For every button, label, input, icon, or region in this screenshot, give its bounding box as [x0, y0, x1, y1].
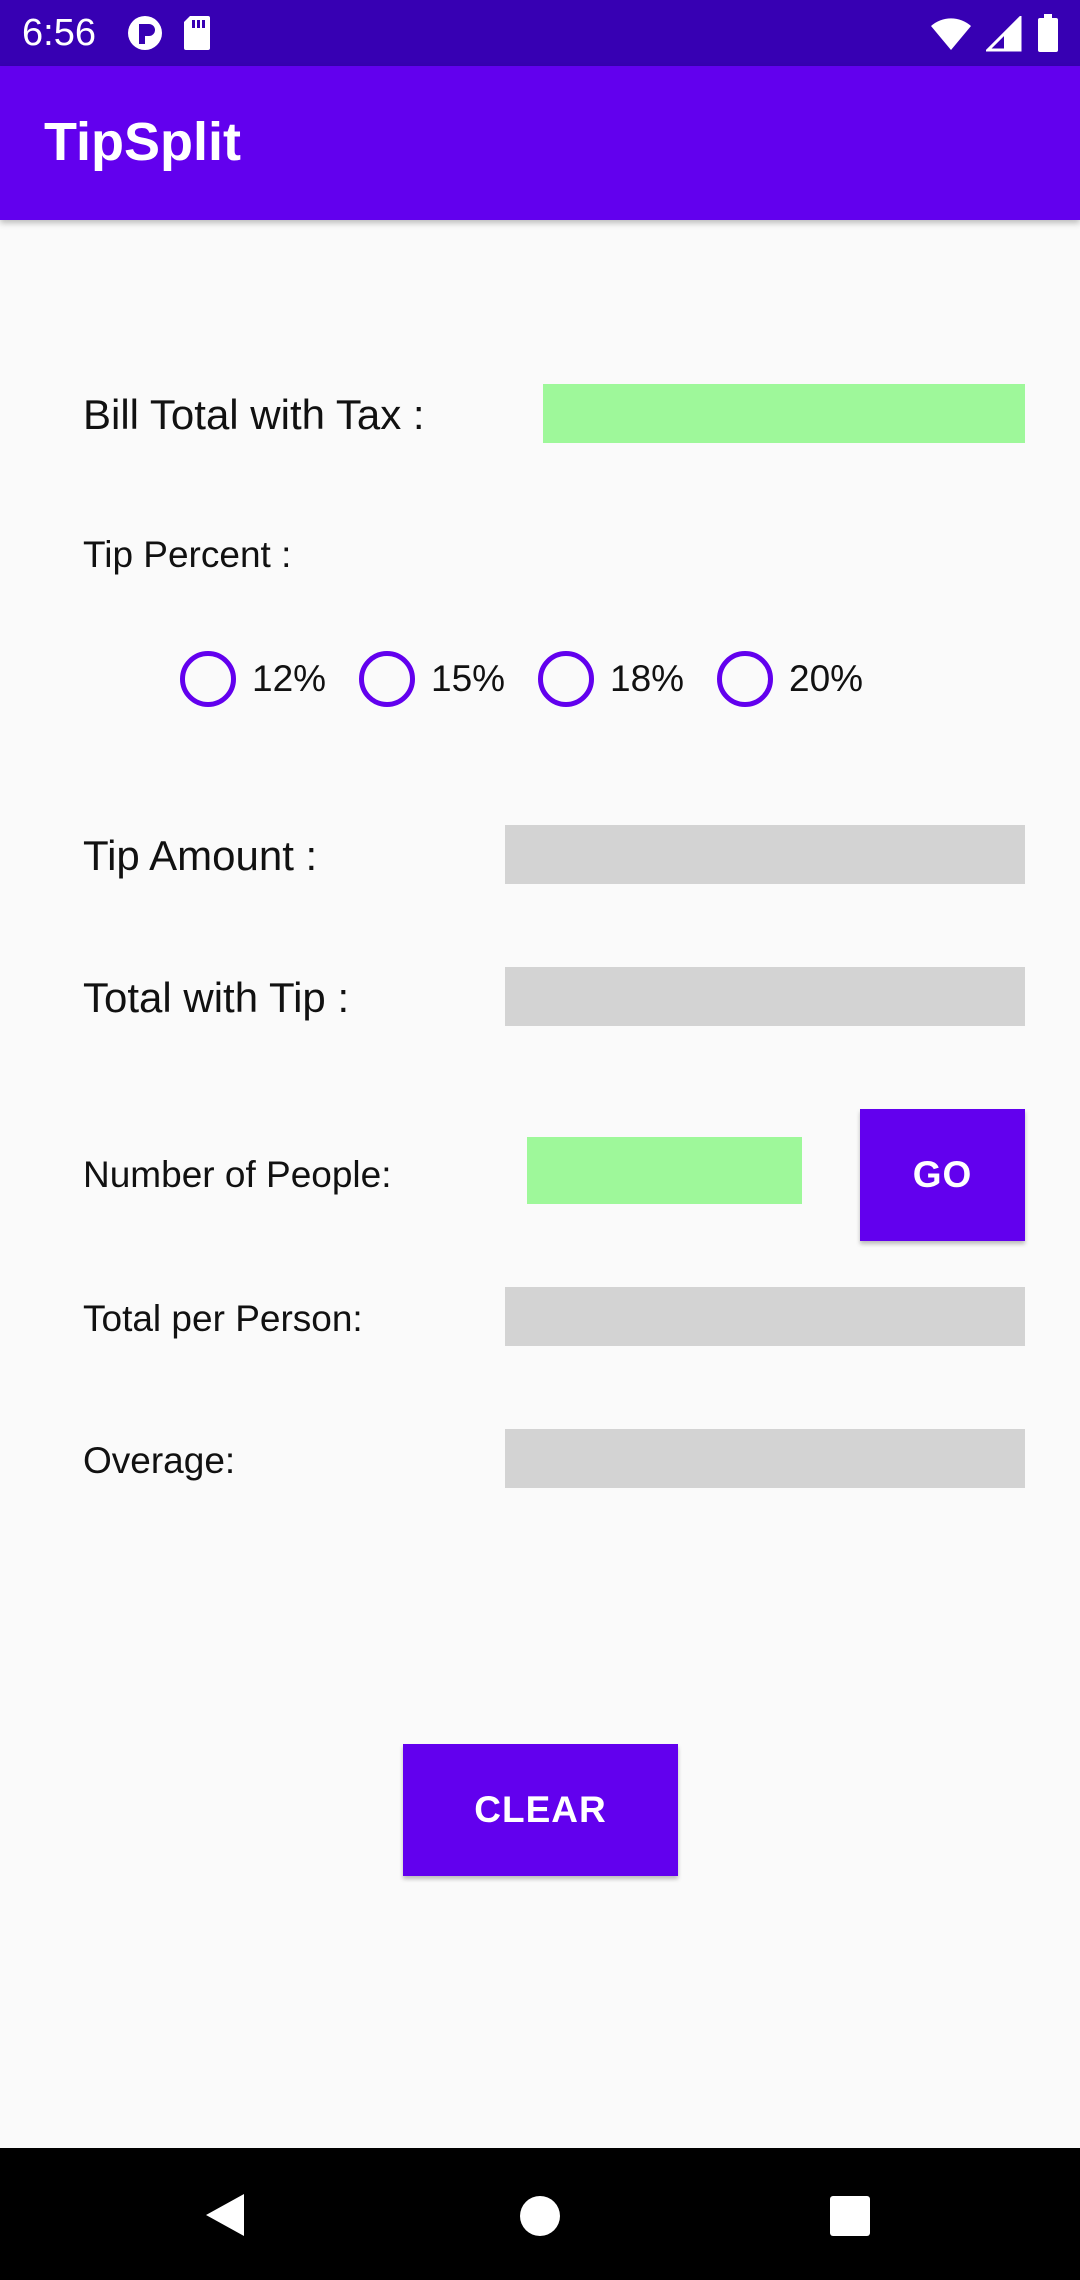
overage-output: [505, 1429, 1025, 1488]
clear-button[interactable]: CLEAR: [403, 1744, 678, 1876]
recents-icon[interactable]: [828, 2194, 872, 2243]
home-icon[interactable]: [518, 2194, 562, 2243]
tip-amount-label: Tip Amount :: [83, 832, 318, 879]
radio-unchecked-icon[interactable]: [359, 651, 415, 707]
navigation-bar: [0, 2148, 1080, 2280]
number-of-people-label: Number of People:: [83, 1154, 392, 1195]
app-notification-icon: [126, 14, 164, 57]
screen: 6:56 TipSplit Bill Total with Tax: Tip …: [0, 0, 1080, 2280]
overage-label: Overage:: [83, 1440, 236, 1481]
back-icon[interactable]: [200, 2190, 250, 2245]
status-time: 6:56: [22, 12, 96, 54]
tip-option-12[interactable]: 12%: [180, 648, 359, 710]
app-bar: TipSplit: [0, 66, 1080, 220]
number-of-people-input[interactable]: [527, 1137, 802, 1204]
tip-option-18[interactable]: 18%: [538, 648, 717, 710]
sd-card-icon: [182, 14, 212, 57]
total-per-person-label: Total per Person:: [83, 1298, 363, 1339]
radio-unchecked-icon[interactable]: [717, 651, 773, 707]
total-per-person-output: [505, 1287, 1025, 1346]
tip-option-15[interactable]: 15%: [359, 648, 538, 710]
wifi-icon: [930, 16, 972, 57]
radio-unchecked-icon[interactable]: [180, 651, 236, 707]
go-button[interactable]: GO: [860, 1109, 1025, 1241]
radio-unchecked-icon[interactable]: [538, 651, 594, 707]
tip-percent-radio-group: 12% 15% 18% 20%: [180, 648, 896, 710]
bill-total-label: Bill Total with Tax :: [83, 391, 425, 438]
battery-icon: [1036, 14, 1060, 57]
cell-signal-icon: [984, 14, 1022, 57]
tip-amount-output: [505, 825, 1025, 884]
total-with-tip-output: [505, 967, 1025, 1026]
tip-option-label: 12%: [252, 658, 327, 699]
tip-percent-label: Tip Percent :: [83, 534, 292, 575]
tip-option-label: 18%: [610, 658, 685, 699]
tip-option-label: 20%: [789, 658, 864, 699]
status-bar: 6:56: [0, 0, 1080, 66]
tip-option-20[interactable]: 20%: [717, 648, 896, 710]
app-title: TipSplit: [44, 112, 241, 172]
bill-total-input[interactable]: [543, 384, 1025, 443]
total-with-tip-label: Total with Tip :: [83, 974, 350, 1021]
tip-option-label: 15%: [431, 658, 506, 699]
